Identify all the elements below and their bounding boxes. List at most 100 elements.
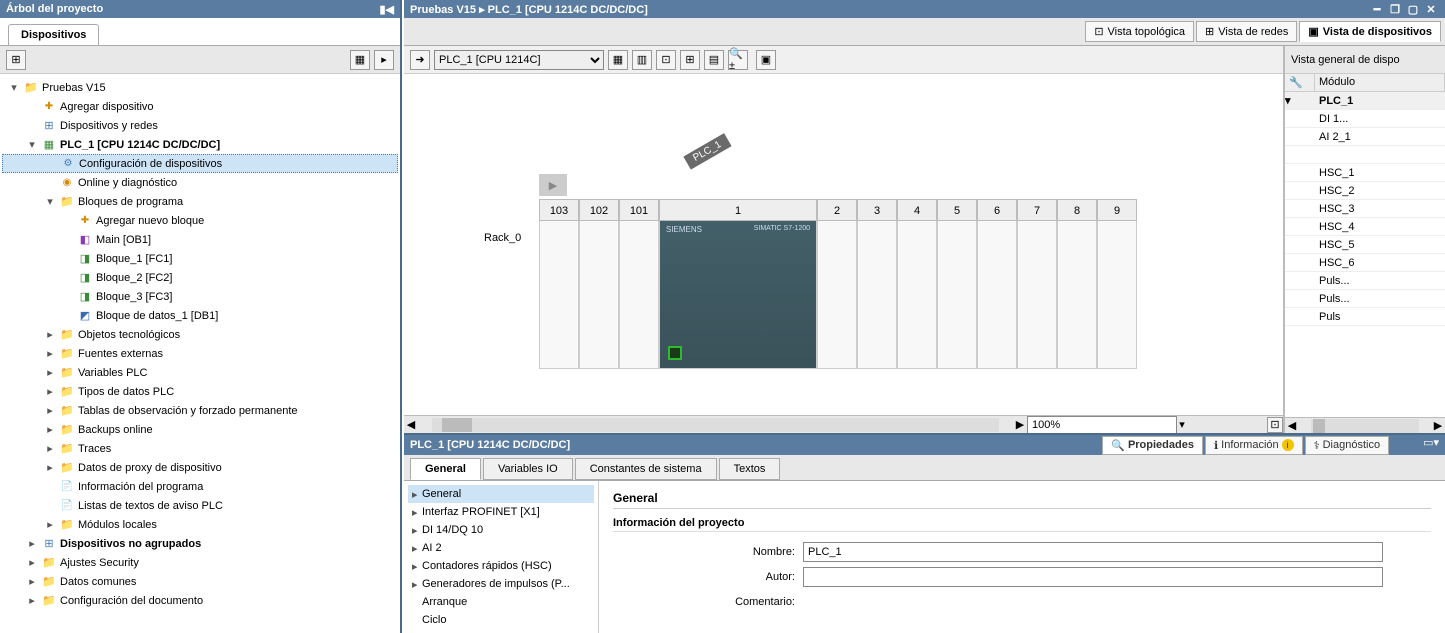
overview-row[interactable]: Puls... [1285,290,1445,308]
tree-item[interactable]: ▸Backups online [2,420,398,439]
scroll-right-icon[interactable]: ▶ [1013,418,1027,431]
tb-btn-1[interactable]: ⊞ [6,50,26,70]
props-subtab[interactable]: Textos [719,458,781,480]
tree-item[interactable]: ▸Traces [2,439,398,458]
expander-icon[interactable]: ▸ [26,594,38,607]
slot[interactable] [817,221,857,369]
tree-item[interactable]: Bloque_1 [FC1] [2,249,398,268]
expander-icon[interactable]: ▸ [26,556,38,569]
slot[interactable] [539,221,579,369]
expander-icon[interactable]: ▸ [44,423,56,436]
tab-device-view[interactable]: ▣ Vista de dispositivos [1299,21,1441,42]
expander-icon[interactable]: ▸ [44,366,56,379]
dt-btn-3[interactable]: ▥ [632,50,652,70]
slot[interactable] [1057,221,1097,369]
canvas-hscroll[interactable]: ◀ ▶ ▾ ⊡ [404,415,1283,433]
restore-icon[interactable]: ❐ [1387,3,1403,16]
tree-item[interactable]: ▸Tablas de observación y forzado permane… [2,401,398,420]
tree-item[interactable]: ▸Datos de proxy de dispositivo [2,458,398,477]
props-nav-item[interactable]: ▸DI 14/DQ 10 [408,521,594,539]
rack-play-button[interactable]: ▶ [539,174,567,196]
minimize-icon[interactable]: ━ [1369,3,1385,16]
overview-row[interactable]: HSC_4 [1285,218,1445,236]
scroll-left-icon[interactable]: ◀ [404,418,418,431]
collapse-left-icon[interactable]: ▮◀ [379,3,394,16]
tree-item[interactable]: ▾Bloques de programa [2,192,398,211]
tree-item[interactable]: Dispositivos y redes [2,116,398,135]
expander-icon[interactable]: ▸ [26,575,38,588]
slot-header[interactable]: 101 [619,199,659,221]
tab-network-view[interactable]: ⊞ Vista de redes [1196,21,1297,42]
rack-canvas[interactable]: PLC_1 ▶ Rack_0 103102101123456789 SIEMEN… [404,74,1283,415]
tree-item[interactable]: ▸Fuentes externas [2,344,398,363]
props-nav-item[interactable]: ▸Contadores rápidos (HSC) [408,557,594,575]
tab-properties[interactable]: 🔍 Propiedades [1102,436,1203,455]
overview-row[interactable]: Puls... [1285,272,1445,290]
tab-information[interactable]: ℹ Información i [1205,436,1303,455]
props-nav-item[interactable]: ▸Interfaz PROFINET [X1] [408,503,594,521]
overview-row[interactable]: AI 2_1 [1285,128,1445,146]
tree-item[interactable]: ▸Tipos de datos PLC [2,382,398,401]
tree-item[interactable]: ▸Ajustes Security [2,553,398,572]
overview-row[interactable]: Puls [1285,308,1445,326]
tree-item[interactable]: ▾Pruebas V15 [2,78,398,97]
tb-btn-2[interactable]: ▦ [350,50,370,70]
dt-btn-1[interactable]: ➜ [410,50,430,70]
overview-row[interactable]: HSC_5 [1285,236,1445,254]
props-nav-item[interactable]: ▸General [408,485,594,503]
props-subtab[interactable]: Constantes de sistema [575,458,717,480]
tree-item[interactable]: Bloque_2 [FC2] [2,268,398,287]
slot[interactable] [937,221,977,369]
author-field[interactable] [803,567,1383,587]
slot-header[interactable]: 5 [937,199,977,221]
maximize-icon[interactable]: ▢ [1405,3,1421,16]
props-nav-item[interactable]: Arranque [408,593,594,611]
expander-icon[interactable]: ▸ [44,404,56,417]
tree-item[interactable]: Listas de textos de aviso PLC [2,496,398,515]
overview-hscroll[interactable]: ◀ ▶ [1285,417,1445,433]
ov-col-module[interactable]: Módulo [1315,74,1445,91]
name-field[interactable] [803,542,1383,562]
expander-icon[interactable]: ▾ [44,195,56,208]
expander-icon[interactable]: ▸ [44,328,56,341]
slot-header[interactable]: 6 [977,199,1017,221]
scroll-thumb[interactable] [442,418,472,432]
slot-header[interactable]: 8 [1057,199,1097,221]
slot[interactable] [1017,221,1057,369]
canvas-corner-icon[interactable]: ⊡ [1267,417,1283,433]
slot[interactable] [977,221,1017,369]
slot-header[interactable]: 9 [1097,199,1137,221]
tree-item[interactable]: ▸Configuración del documento [2,591,398,610]
dt-btn-4[interactable]: ⊡ [656,50,676,70]
expander-icon[interactable]: ▸ [44,461,56,474]
props-nav-item[interactable]: Ciclo [408,611,594,629]
project-tree[interactable]: ▾Pruebas V15Agregar dispositivoDispositi… [0,74,400,633]
slot-header[interactable]: 102 [579,199,619,221]
overview-row[interactable]: HSC_6 [1285,254,1445,272]
device-selector[interactable]: PLC_1 [CPU 1214C] [434,50,604,70]
tree-item[interactable]: Agregar nuevo bloque [2,211,398,230]
tree-item[interactable]: Online y diagnóstico [2,173,398,192]
slot-header[interactable]: 2 [817,199,857,221]
slot-header-main[interactable]: 1 [659,199,817,221]
slot[interactable] [1097,221,1137,369]
tree-item[interactable]: Configuración de dispositivos [2,154,398,173]
tree-item[interactable]: ▸Objetos tecnológicos [2,325,398,344]
expander-icon[interactable]: ▸ [44,518,56,531]
dt-btn-6[interactable]: ▤ [704,50,724,70]
tree-item[interactable]: Información del programa [2,477,398,496]
expander-icon[interactable]: ▸ [44,442,56,455]
slot-header[interactable]: 103 [539,199,579,221]
overview-list[interactable]: ▾PLC_1DI 1...AI 2_1HSC_1HSC_2HSC_3HSC_4H… [1285,92,1445,417]
zoom-selector[interactable] [1027,416,1177,434]
expander-icon[interactable]: ▾ [26,138,38,151]
tree-item[interactable]: ▸Datos comunes [2,572,398,591]
overview-row[interactable] [1285,146,1445,164]
slot-header[interactable]: 4 [897,199,937,221]
tree-item[interactable]: Main [OB1] [2,230,398,249]
tab-diagnostics[interactable]: ⚕ Diagnóstico [1305,436,1389,455]
tree-item[interactable]: Bloque_3 [FC3] [2,287,398,306]
props-nav[interactable]: ▸General▸Interfaz PROFINET [X1]▸DI 14/DQ… [404,481,599,633]
slot[interactable] [897,221,937,369]
overview-row[interactable]: HSC_1 [1285,164,1445,182]
